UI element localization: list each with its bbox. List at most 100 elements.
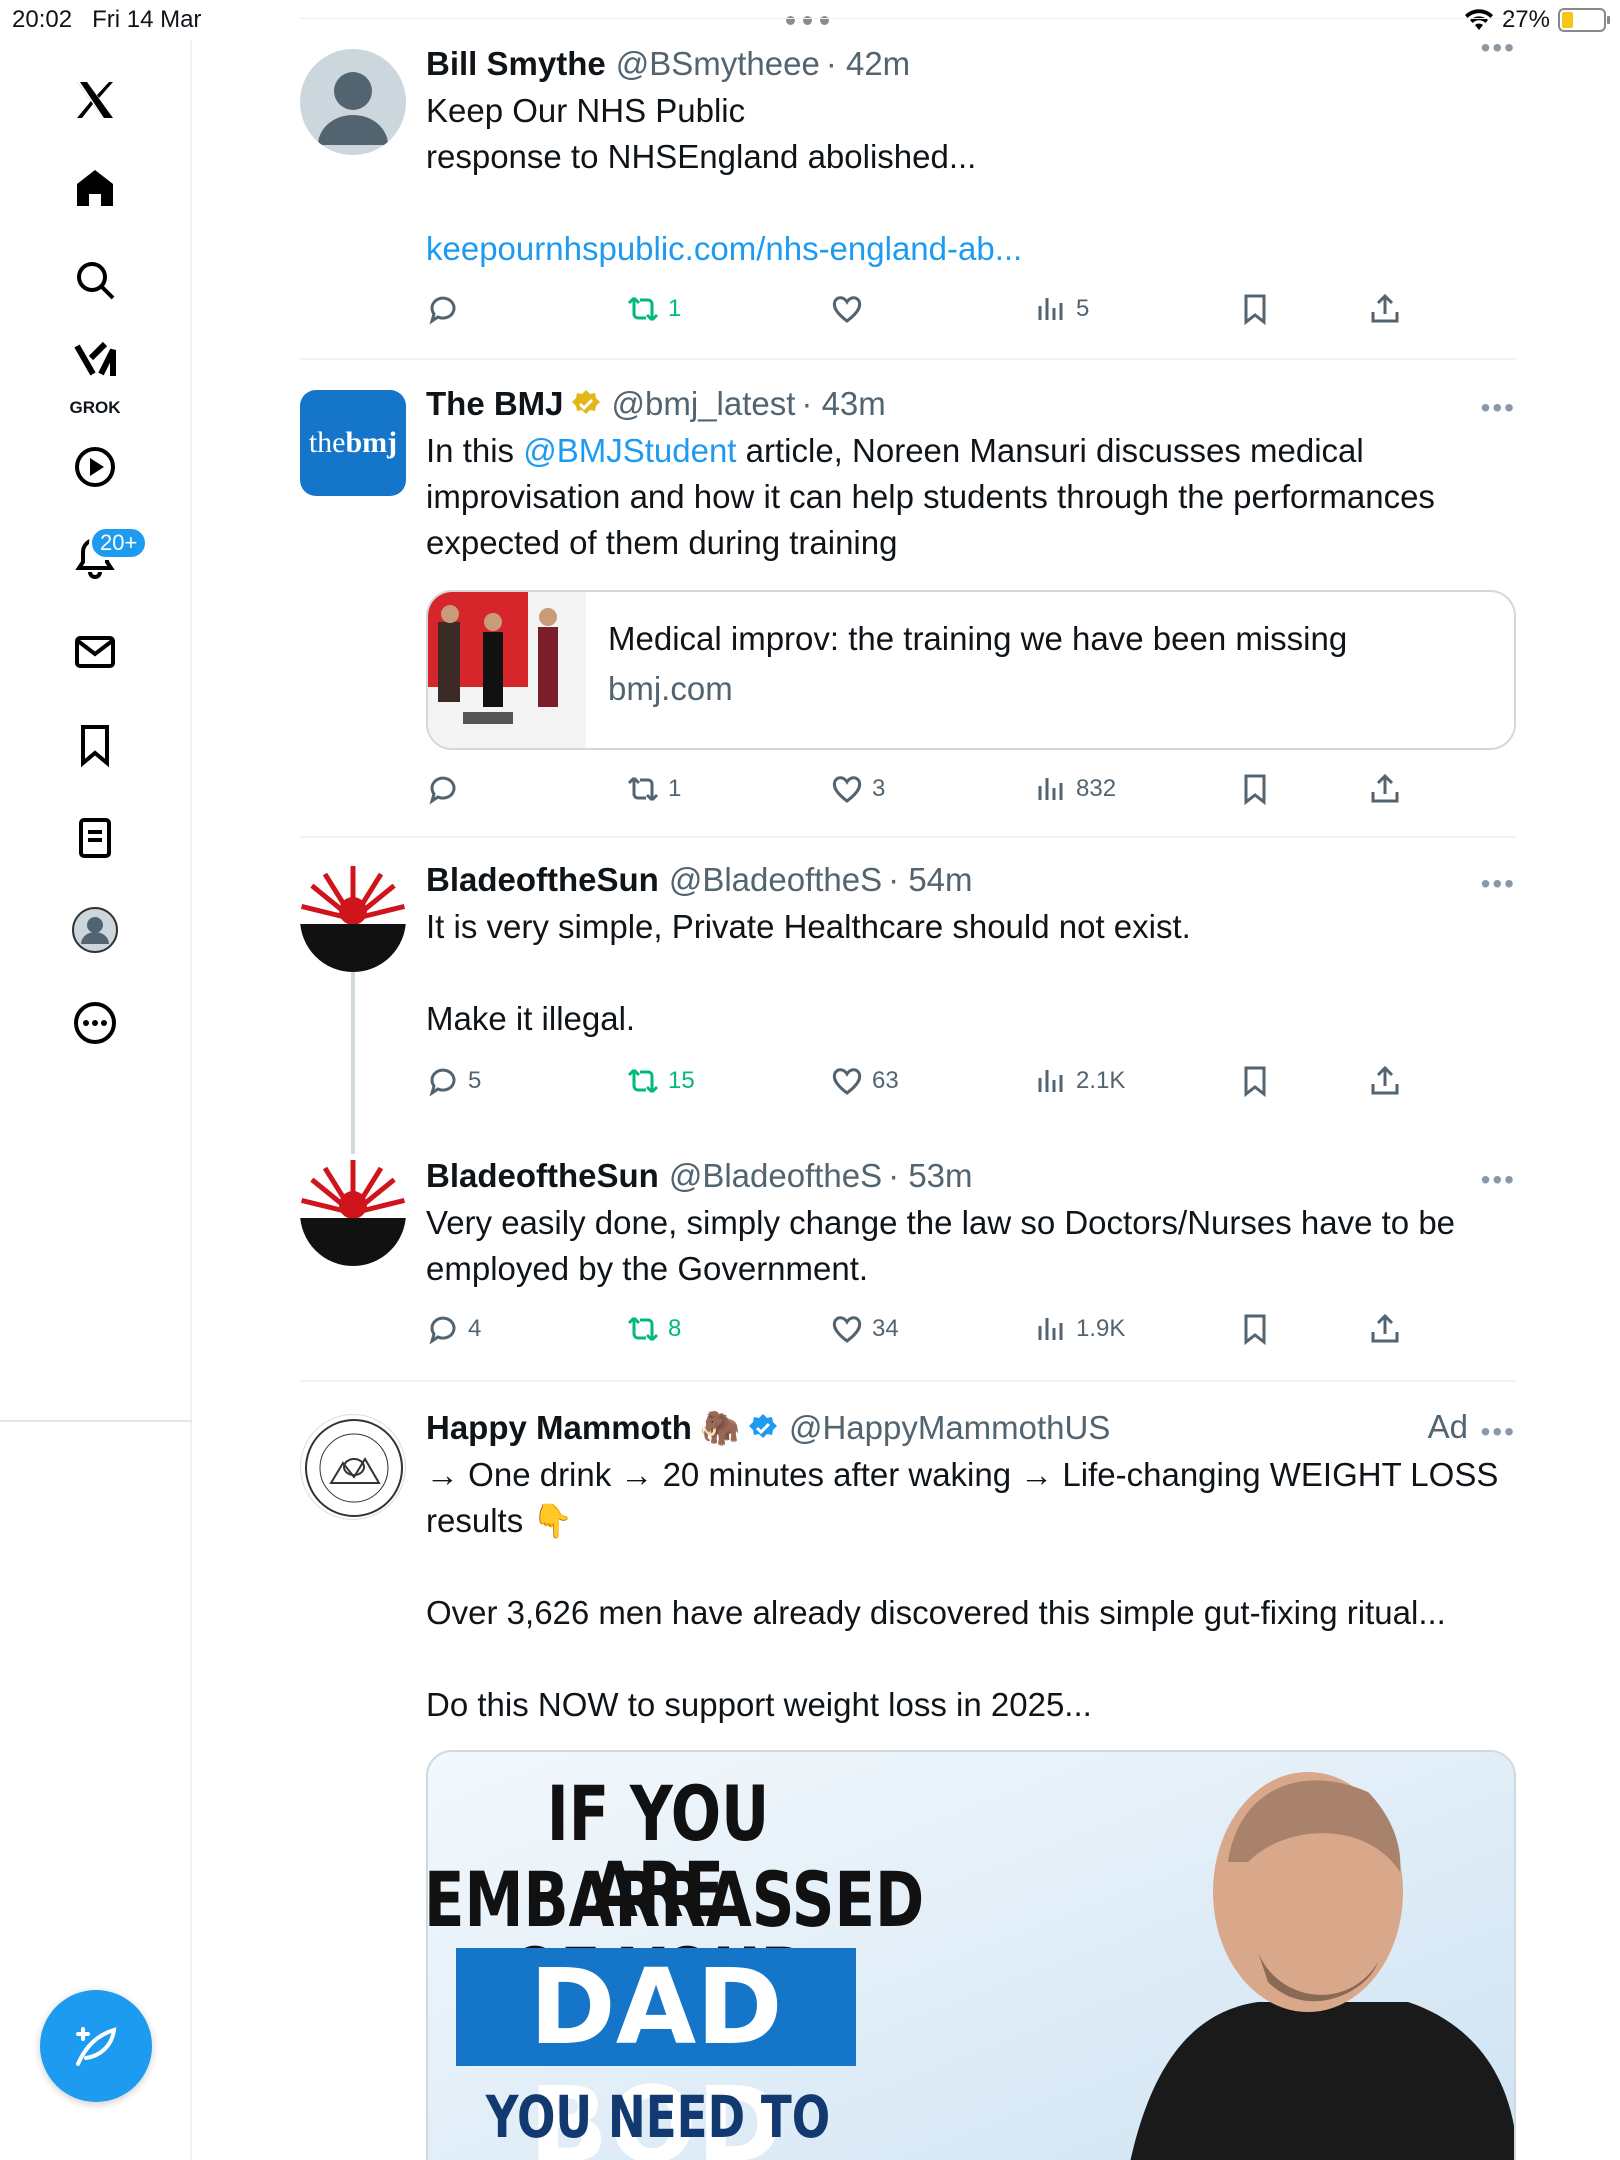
reply-count: 5	[468, 1067, 482, 1094]
search-icon[interactable]	[55, 240, 135, 320]
tweet-text: Very easily done, simply change the law …	[426, 1204, 1465, 1287]
share-button[interactable]	[1368, 1064, 1402, 1098]
messages-icon[interactable]	[55, 612, 135, 692]
author-name[interactable]: BladeoftheSun	[426, 860, 659, 900]
tweet-text: → One drink → 20 minutes after waking → …	[426, 1456, 1499, 1723]
retweet-icon	[627, 296, 659, 322]
bookmark-icon	[1244, 774, 1266, 806]
tweet-the-bmj[interactable]: the bmj The BMJ @bmj_latest · 43m In this…	[300, 362, 1516, 838]
tweet-time[interactable]: · 42m	[826, 44, 910, 84]
heart-icon	[832, 1316, 862, 1343]
share-icon	[1371, 773, 1399, 803]
lists-icon[interactable]	[55, 798, 135, 878]
retweet-button[interactable]: 15	[626, 1064, 695, 1098]
tweet-header: The BMJ @bmj_latest · 43m	[426, 384, 1516, 424]
retweet-button[interactable]: 8	[626, 1312, 681, 1346]
sidebar: GROK 20+	[0, 40, 192, 2160]
retweet-button[interactable]: 1	[626, 772, 681, 806]
share-button[interactable]	[1368, 772, 1402, 806]
like-button[interactable]: 63	[830, 1064, 899, 1098]
tweet-header: BladeoftheSun @BladeoftheS · 53m	[426, 1156, 1516, 1196]
tweet-link[interactable]: keepournhspublic.com/nhs-england-ab...	[426, 230, 1022, 267]
tweet-time[interactable]: · 43m	[801, 384, 885, 424]
views-button[interactable]: 5	[1034, 292, 1089, 326]
bookmark-button[interactable]	[1238, 1064, 1272, 1098]
tweet-time[interactable]: · 53m	[888, 1156, 972, 1196]
author-name[interactable]: Happy Mammoth	[426, 1408, 692, 1448]
reply-button[interactable]	[426, 772, 468, 806]
battery-icon	[1558, 8, 1610, 32]
author-name[interactable]: BladeoftheSun	[426, 1156, 659, 1196]
thread-bladeofthesun[interactable]: BladeoftheSun @BladeoftheS · 54m It is v…	[300, 840, 1516, 1382]
reply-icon	[429, 776, 456, 805]
avatar[interactable]: the bmj	[300, 390, 406, 496]
retweet-button[interactable]: 1	[626, 292, 681, 326]
video-icon[interactable]	[55, 427, 135, 507]
profile-icon[interactable]	[55, 890, 135, 970]
share-button[interactable]	[1368, 1312, 1402, 1346]
like-button[interactable]: 3	[830, 772, 885, 806]
blue-verified-icon	[748, 1414, 777, 1438]
tweet-text-line: response to NHSEngland abolished...	[426, 138, 977, 175]
author-name[interactable]: Bill Smythe	[426, 44, 606, 84]
author-handle[interactable]: @bmj_latest	[612, 384, 796, 424]
avatar[interactable]	[300, 49, 406, 155]
x-logo-icon[interactable]	[55, 60, 135, 140]
views-button[interactable]: 832	[1034, 772, 1116, 806]
views-button[interactable]: 1.9K	[1034, 1312, 1125, 1346]
bookmark-button[interactable]	[1238, 1312, 1272, 1346]
reply-button[interactable]: 5	[426, 1064, 481, 1098]
tweet-bill-smythe[interactable]: Bill Smythe @BSmytheee · 42m Keep Our NH…	[300, 20, 1516, 360]
feed-top-border	[300, 18, 1516, 19]
author-handle[interactable]: @BladeoftheS	[669, 1156, 882, 1196]
link-card[interactable]: Medical improv: the training we have bee…	[426, 590, 1516, 750]
retweet-count: 1	[668, 775, 682, 802]
tweet-text-line: Keep Our NHS Public	[426, 92, 746, 129]
retweet-icon	[627, 1068, 659, 1094]
tweet-header: Bill Smythe @BSmytheee · 42m	[426, 44, 1516, 84]
reply-count: 4	[468, 1315, 482, 1342]
heart-icon	[832, 296, 862, 323]
bookmarks-icon[interactable]	[55, 705, 135, 785]
more-icon[interactable]: •••	[1481, 1164, 1516, 1196]
author-handle[interactable]: @BSmytheee	[616, 44, 820, 84]
ad-label: Ad	[1427, 1408, 1468, 1445]
like-button[interactable]: 34	[830, 1312, 899, 1346]
avatar[interactable]	[300, 866, 406, 972]
tweet-time[interactable]: · 54m	[888, 860, 972, 900]
author-name[interactable]: The BMJ	[426, 384, 564, 424]
home-icon[interactable]	[55, 148, 135, 228]
tweet-text: Keep Our NHS Public response to NHSEngla…	[426, 88, 1516, 272]
like-button[interactable]	[830, 292, 872, 326]
ad-image[interactable]: IF YOU ARE EMBARRASSED OF YOUR DAD BOD Y…	[426, 1750, 1516, 2160]
more-options-icon[interactable]	[55, 983, 135, 1063]
more-icon[interactable]: •••	[1481, 868, 1516, 900]
views-button[interactable]: 2.1K	[1034, 1064, 1125, 1098]
notifications-icon[interactable]: 20+	[55, 518, 149, 598]
retweet-icon	[627, 1316, 659, 1342]
compose-post-button[interactable]	[40, 1990, 152, 2102]
grok-icon[interactable]: GROK	[55, 320, 135, 420]
share-button[interactable]	[1368, 292, 1402, 326]
avatar-logo-text: the	[308, 426, 346, 459]
more-icon[interactable]: •••	[1481, 392, 1516, 424]
more-icon[interactable]: •••	[1481, 1416, 1516, 1448]
view-count: 1.9K	[1076, 1315, 1126, 1342]
mammoth-emoji: 🦣	[699, 1409, 741, 1446]
author-handle[interactable]: @BladeoftheS	[669, 860, 882, 900]
mention-link[interactable]: @BMJStudent	[523, 432, 736, 469]
bookmark-button[interactable]	[1238, 772, 1272, 806]
tweet-actions: 5 15 63 2.1K	[426, 1064, 1516, 1104]
reply-icon	[429, 1068, 456, 1097]
tweet-text: In this @BMJStudent article, Noreen Mans…	[426, 428, 1516, 566]
tweet-actions: 1 3 832	[426, 772, 1516, 812]
gold-verified-icon	[571, 390, 600, 414]
more-icon[interactable]: •••	[1481, 32, 1516, 64]
avatar[interactable]	[300, 1160, 406, 1266]
bookmark-button[interactable]	[1238, 292, 1272, 326]
avatar[interactable]	[300, 1414, 406, 1520]
author-handle[interactable]: @HappyMammothUS	[789, 1408, 1110, 1448]
reply-button[interactable]: 4	[426, 1312, 481, 1346]
tweet-happy-mammoth-ad[interactable]: Happy Mammoth 🦣 @HappyMammothUS → One dr…	[300, 1384, 1516, 2160]
reply-button[interactable]	[426, 292, 468, 326]
